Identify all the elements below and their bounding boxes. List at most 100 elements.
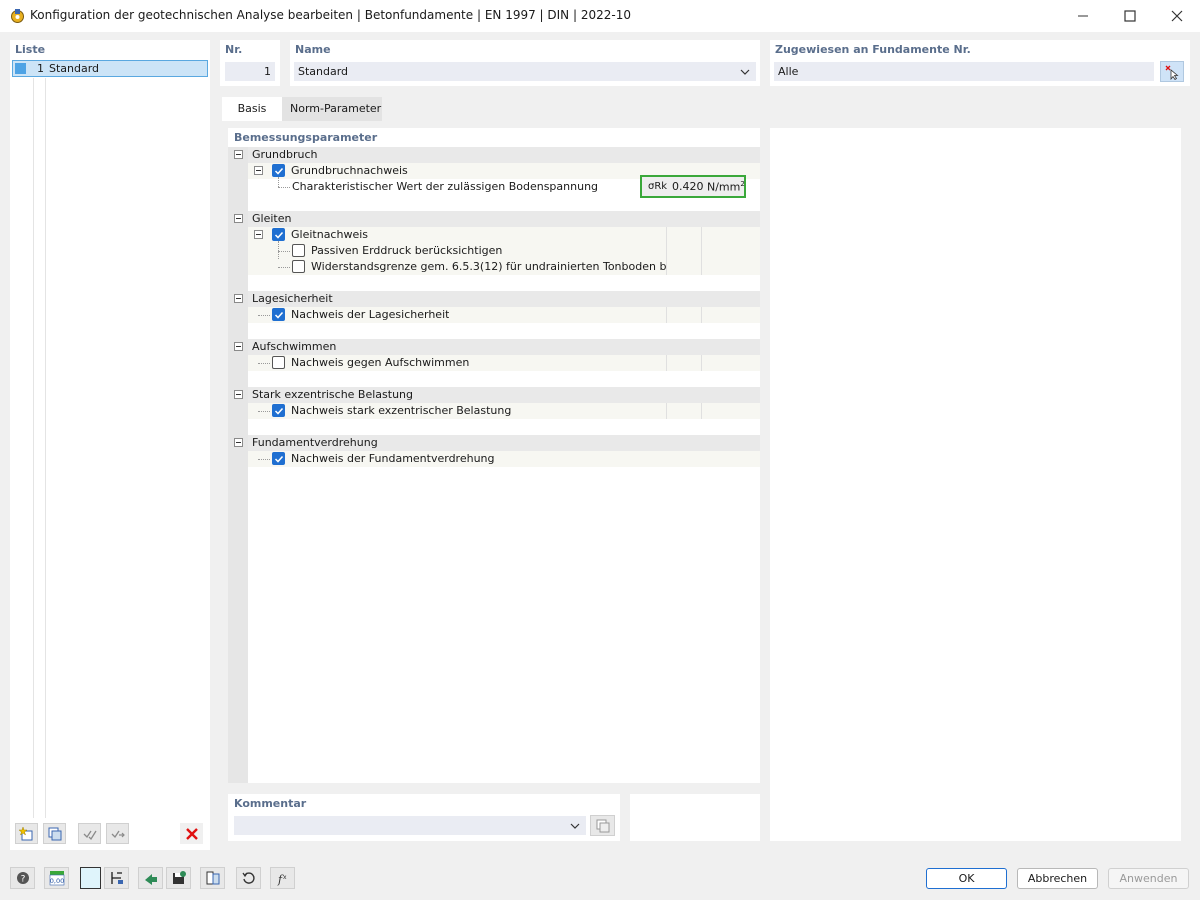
svg-text:0,00: 0,00 (49, 877, 63, 885)
unit-base: N/mm (707, 180, 741, 194)
tree-line (258, 459, 270, 460)
category-label: Grundbruch (252, 148, 318, 161)
category-row: Gleiten (248, 211, 760, 227)
expand-toggle[interactable] (254, 166, 263, 175)
category-row: Aufschwimmen (248, 339, 760, 355)
assigned-field[interactable]: Alle (774, 62, 1154, 81)
close-button[interactable] (1154, 0, 1200, 32)
new-item-button[interactable] (15, 823, 38, 844)
param-row: Nachweis der Fundamentverdrehung (248, 451, 760, 467)
param-label: Nachweis der Lagesicherheit (291, 308, 450, 321)
column-separator (666, 307, 667, 323)
uncheck-icon (111, 830, 125, 838)
reset-button[interactable] (236, 867, 261, 889)
apply-button[interactable]: Anwenden (1108, 868, 1189, 889)
bearing-pressure-value[interactable]: σRk 0.420 N/mm2 (640, 175, 746, 198)
name-field[interactable]: Standard (294, 62, 756, 81)
delete-item-button[interactable] (180, 823, 203, 844)
window-title: Konfiguration der geotechnischen Analyse… (30, 8, 631, 22)
library-button[interactable] (200, 867, 225, 889)
category-label: Lagesicherheit (252, 292, 333, 305)
param-label: Charakteristischer Wert der zulässigen B… (292, 180, 599, 193)
formula-button[interactable]: fx (270, 867, 295, 889)
list-item[interactable]: 1 Standard (12, 60, 208, 77)
color-button[interactable] (80, 867, 101, 889)
stark-checkbox[interactable] (272, 404, 285, 417)
lage-checkbox[interactable] (272, 308, 285, 321)
expand-toggle[interactable] (234, 342, 243, 351)
select-foundations-button[interactable] (1160, 61, 1184, 82)
verd-checkbox[interactable] (272, 452, 285, 465)
param-label: Nachweis der Fundamentverdrehung (291, 452, 495, 465)
list-column-line (45, 78, 46, 818)
expand-toggle[interactable] (234, 294, 243, 303)
title-bar: Konfiguration der geotechnischen Analyse… (0, 0, 1200, 32)
close-icon (1171, 10, 1183, 22)
expand-toggle[interactable] (234, 390, 243, 399)
tab-norm-parameter[interactable]: Norm-Parameter (282, 97, 382, 121)
tree-gutter (228, 147, 248, 783)
expand-toggle[interactable] (234, 214, 243, 223)
passive-pressure-checkbox[interactable] (292, 244, 305, 257)
expand-toggle[interactable] (254, 230, 263, 239)
list-item-name: Standard (49, 62, 100, 75)
units-button[interactable]: 0,00 (44, 867, 69, 889)
auf-checkbox[interactable] (272, 356, 285, 369)
comment-field[interactable] (234, 816, 586, 835)
dialog-window: Konfiguration der geotechnischen Analyse… (0, 0, 1200, 900)
comment-label: Kommentar (234, 797, 307, 810)
expand-toggle[interactable] (234, 438, 243, 447)
checkmark-icon (274, 311, 284, 319)
import-button[interactable] (138, 867, 163, 889)
assigned-label: Zugewiesen an Fundamente Nr. (775, 43, 971, 56)
category-label: Gleiten (252, 212, 292, 225)
resistance-limit-checkbox[interactable] (292, 260, 305, 273)
copy-icon (48, 827, 61, 840)
tree-line (258, 315, 270, 316)
help-button[interactable]: ? (10, 867, 35, 889)
minimize-button[interactable] (1060, 0, 1106, 32)
save-button[interactable] (166, 867, 191, 889)
cancel-button[interactable]: Abbrechen (1017, 868, 1098, 889)
delete-icon (185, 827, 198, 840)
param-row: Nachweis der Lagesicherheit (248, 307, 760, 323)
comment-library-button[interactable] (590, 815, 615, 836)
chevron-down-icon (570, 823, 580, 829)
info-panel (630, 794, 760, 841)
column-separator (701, 403, 702, 419)
column-separator (701, 259, 702, 275)
value-unit: N/mm2 (707, 180, 745, 194)
grundbruch-checkbox[interactable] (272, 164, 285, 177)
preview-panel (770, 128, 1181, 841)
gleiten-checkbox[interactable] (272, 228, 285, 241)
tree-line (278, 187, 290, 188)
category-label: Stark exzentrische Belastung (252, 388, 414, 401)
check-all-button[interactable] (78, 823, 101, 844)
column-separator (666, 243, 667, 259)
expand-toggle[interactable] (234, 150, 243, 159)
nr-label: Nr. (225, 43, 243, 56)
tree-line (278, 177, 279, 187)
svg-text:?: ? (20, 875, 25, 885)
display-button[interactable] (104, 867, 129, 889)
name-value: Standard (298, 65, 349, 78)
maximize-button[interactable] (1107, 0, 1153, 32)
tree-line (278, 251, 290, 252)
category-row: Lagesicherheit (248, 291, 760, 307)
param-label: Gleitnachweis (291, 228, 368, 241)
column-separator (666, 403, 667, 419)
param-row: Gleitnachweis (248, 227, 760, 243)
param-label: Widerstandsgrenze gem. 6.5.3(12) für und… (311, 260, 666, 273)
category-label: Fundamentverdrehung (252, 436, 378, 449)
unit-exponent: 2 (740, 180, 745, 188)
tree-line (258, 363, 270, 364)
value-symbol: σRk (648, 181, 668, 192)
copy-item-button[interactable] (43, 823, 66, 844)
app-icon (11, 9, 24, 23)
tree-line (258, 411, 270, 412)
minimize-icon (1078, 15, 1088, 17)
ok-button[interactable]: OK (926, 868, 1007, 889)
uncheck-all-button[interactable] (106, 823, 129, 844)
decimal-places-icon: 0,00 (49, 871, 64, 886)
tab-basis[interactable]: Basis (222, 97, 282, 121)
